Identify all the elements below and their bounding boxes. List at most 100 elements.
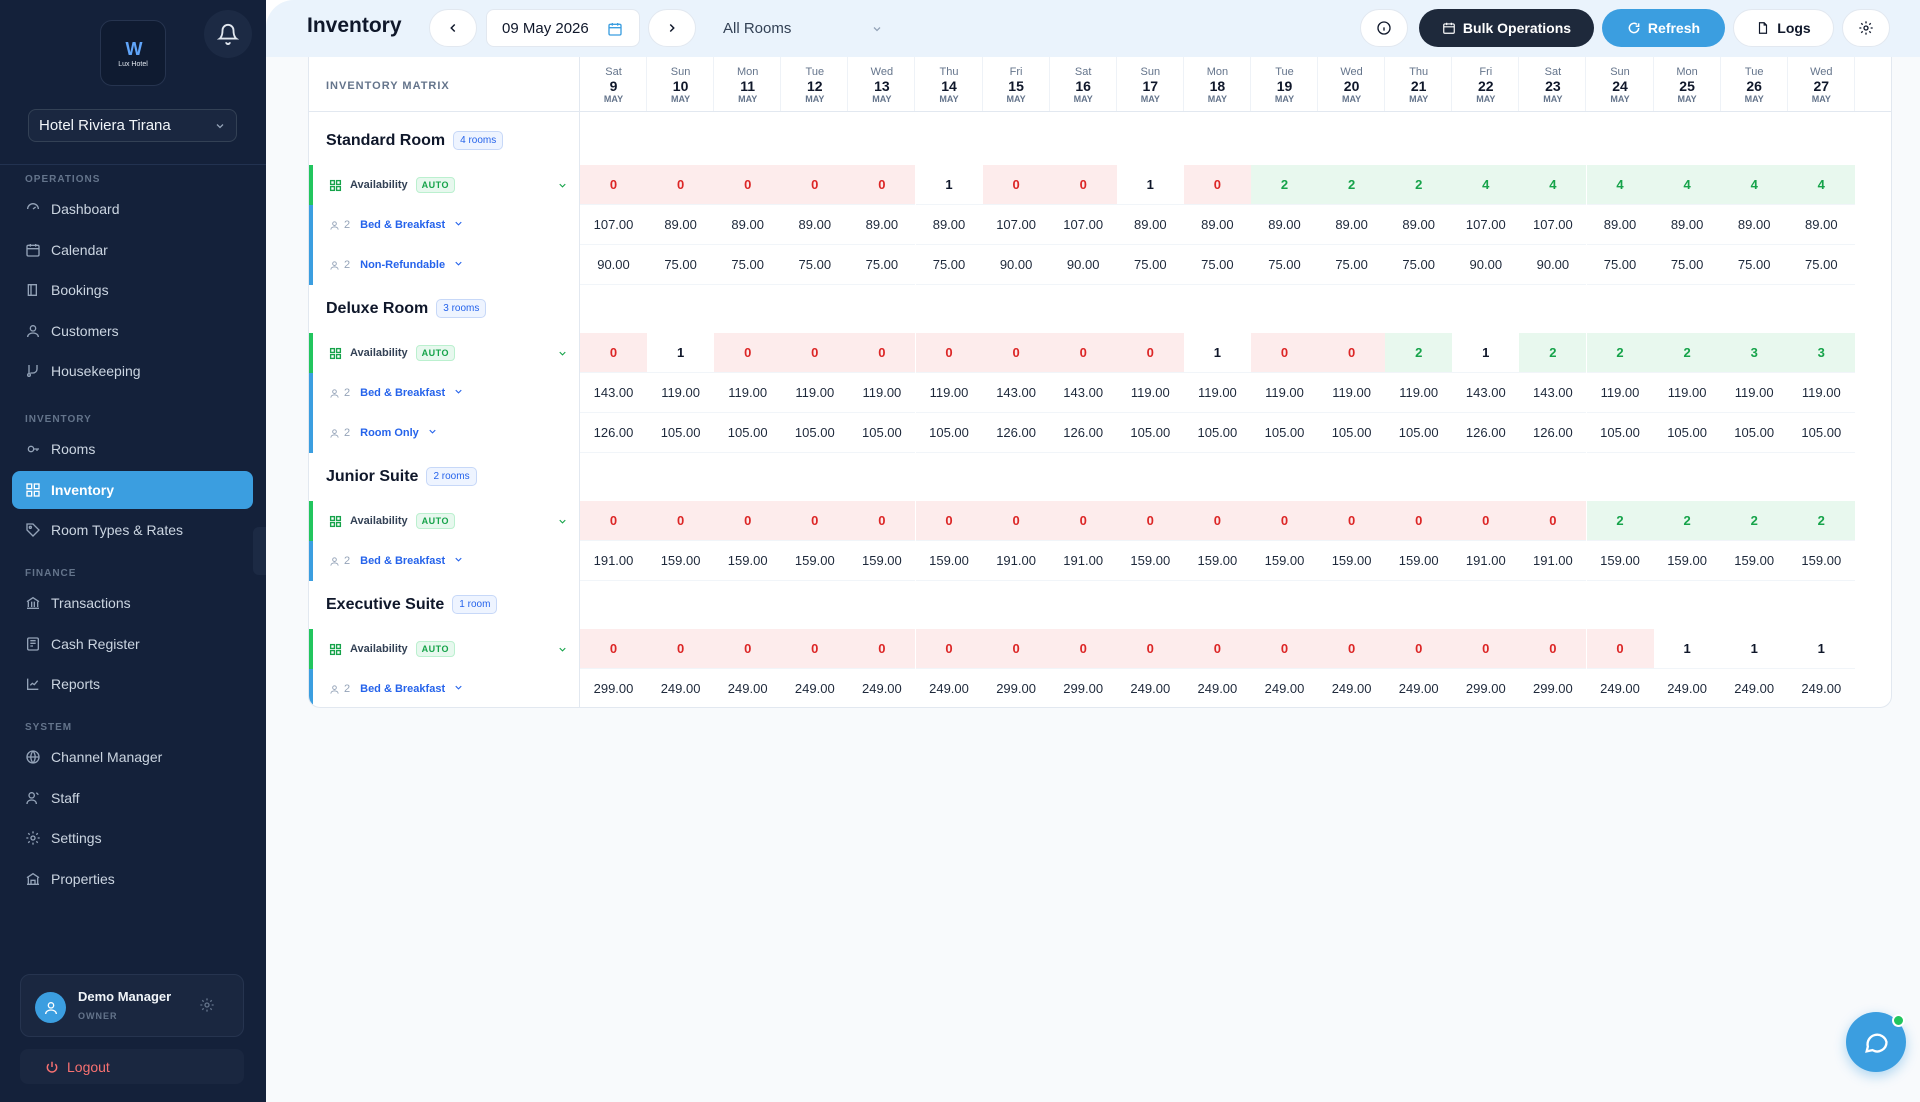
expand-toggle[interactable] [557, 516, 568, 530]
rate-cell[interactable]: 89.00 [714, 205, 782, 245]
rate-plan-toggle[interactable] [453, 386, 464, 400]
rate-cell[interactable]: 159.00 [1586, 541, 1654, 581]
rate-cell[interactable]: 75.00 [1251, 245, 1318, 285]
availability-cell[interactable]: 0 [982, 501, 1050, 541]
availability-cell[interactable]: 0 [1183, 629, 1251, 669]
rate-cell[interactable]: 159.00 [1318, 541, 1386, 581]
availability-cell[interactable]: 0 [1049, 501, 1117, 541]
availability-cell[interactable]: 0 [1116, 629, 1184, 669]
rate-cell[interactable]: 126.00 [1452, 413, 1520, 453]
availability-cell[interactable]: 3 [1720, 333, 1788, 373]
logs-button[interactable]: Logs [1733, 9, 1834, 47]
rate-cell[interactable]: 143.00 [1452, 373, 1520, 413]
availability-cell[interactable]: 4 [1720, 165, 1788, 205]
availability-cell[interactable]: 3 [1787, 333, 1855, 373]
rate-cell[interactable]: 143.00 [982, 373, 1050, 413]
rate-cell[interactable]: 191.00 [982, 541, 1050, 581]
sidebar-item-channel-manager[interactable]: Channel Manager [12, 738, 253, 776]
availability-cell[interactable]: 0 [1049, 165, 1117, 205]
prev-date-button[interactable] [429, 9, 477, 47]
rate-cell[interactable]: 299.00 [1050, 669, 1117, 707]
availability-cell[interactable]: 0 [1452, 629, 1520, 669]
availability-cell[interactable]: 0 [1183, 501, 1251, 541]
availability-cell[interactable]: 0 [915, 333, 983, 373]
rate-cell[interactable]: 75.00 [1787, 245, 1855, 285]
sidebar-item-settings[interactable]: Settings [12, 819, 253, 857]
availability-cell[interactable]: 2 [1787, 501, 1855, 541]
rate-plan-name[interactable]: Bed & Breakfast [360, 555, 445, 567]
rate-cell[interactable]: 191.00 [1452, 541, 1520, 581]
availability-cell[interactable]: 0 [1251, 629, 1318, 669]
rate-cell[interactable]: 143.00 [1049, 373, 1117, 413]
rate-cell[interactable]: 119.00 [1385, 373, 1453, 413]
sidebar-item-housekeeping[interactable]: Housekeeping [12, 352, 253, 390]
rate-cell[interactable]: 89.00 [1586, 205, 1654, 245]
rate-cell[interactable]: 126.00 [1049, 413, 1117, 453]
rate-cell[interactable]: 159.00 [1653, 541, 1721, 581]
sidebar-item-customers[interactable]: Customers [12, 312, 253, 350]
rate-cell[interactable]: 299.00 [983, 669, 1050, 707]
sidebar-item-inventory[interactable]: Inventory [12, 470, 253, 509]
rate-cell[interactable]: 75.00 [647, 245, 715, 285]
refresh-button[interactable]: Refresh [1602, 9, 1725, 47]
rate-cell[interactable]: 105.00 [915, 413, 983, 453]
rate-cell[interactable]: 75.00 [1720, 245, 1788, 285]
availability-cell[interactable]: 2 [1653, 501, 1721, 541]
availability-cell[interactable]: 0 [1116, 501, 1184, 541]
availability-cell[interactable]: 0 [647, 501, 715, 541]
rate-cell[interactable]: 75.00 [714, 245, 782, 285]
availability-cell[interactable]: 2 [1318, 165, 1386, 205]
rate-plan-name[interactable]: Bed & Breakfast [360, 387, 445, 399]
rate-cell[interactable]: 249.00 [714, 669, 781, 707]
rate-cell[interactable]: 119.00 [647, 373, 715, 413]
rate-cell[interactable]: 249.00 [1587, 669, 1654, 707]
rate-cell[interactable]: 90.00 [982, 245, 1050, 285]
rate-cell[interactable]: 119.00 [1787, 373, 1855, 413]
sidebar-item-room-types-rates[interactable]: Room Types & Rates [12, 511, 253, 549]
rate-cell[interactable]: 119.00 [1720, 373, 1788, 413]
rate-cell[interactable]: 249.00 [1654, 669, 1721, 707]
availability-cell[interactable]: 0 [1183, 165, 1251, 205]
rate-cell[interactable]: 105.00 [1318, 413, 1386, 453]
rate-plan-row-label[interactable]: 2 Bed & Breakfast [309, 541, 580, 581]
rate-cell[interactable]: 119.00 [1318, 373, 1386, 413]
rate-cell[interactable]: 105.00 [1720, 413, 1788, 453]
availability-cell[interactable]: 0 [781, 501, 849, 541]
rate-cell[interactable]: 119.00 [1116, 373, 1184, 413]
availability-cell[interactable]: 1 [1787, 629, 1855, 669]
sidebar-item-reports[interactable]: Reports [12, 665, 253, 703]
sidebar-item-staff[interactable]: Staff [12, 779, 253, 817]
rate-cell[interactable]: 249.00 [1788, 669, 1855, 707]
rate-plan-toggle[interactable] [427, 426, 438, 440]
rate-cell[interactable]: 249.00 [1251, 669, 1318, 707]
availability-row-label[interactable]: Availability AUTO [309, 629, 580, 669]
rate-cell[interactable]: 191.00 [1519, 541, 1587, 581]
availability-cell[interactable]: 0 [781, 629, 849, 669]
logout-button[interactable]: Logout [20, 1049, 244, 1084]
rate-plan-row-label[interactable]: 2 Bed & Breakfast [309, 373, 580, 413]
availability-cell[interactable]: 0 [580, 333, 647, 373]
availability-cell[interactable]: 2 [1385, 165, 1453, 205]
sidebar-item-cash-register[interactable]: Cash Register [12, 625, 253, 663]
availability-cell[interactable]: 1 [1653, 629, 1721, 669]
availability-cell[interactable]: 0 [714, 501, 782, 541]
rate-cell[interactable]: 159.00 [1116, 541, 1184, 581]
availability-cell[interactable]: 4 [1519, 165, 1587, 205]
availability-cell[interactable]: 1 [647, 333, 715, 373]
rate-cell[interactable]: 75.00 [1318, 245, 1386, 285]
rate-cell[interactable]: 249.00 [1721, 669, 1788, 707]
availability-cell[interactable]: 4 [1787, 165, 1855, 205]
rate-cell[interactable]: 249.00 [916, 669, 983, 707]
rate-cell[interactable]: 105.00 [1183, 413, 1251, 453]
availability-cell[interactable]: 0 [1318, 629, 1386, 669]
rate-cell[interactable]: 105.00 [1251, 413, 1318, 453]
sidebar-collapse-handle[interactable] [253, 527, 266, 575]
availability-cell[interactable]: 0 [781, 333, 849, 373]
availability-cell[interactable]: 0 [982, 333, 1050, 373]
rate-cell[interactable]: 249.00 [1385, 669, 1452, 707]
expand-toggle[interactable] [557, 644, 568, 658]
sidebar-item-bookings[interactable]: Bookings [12, 271, 253, 309]
rate-plan-name[interactable]: Bed & Breakfast [360, 219, 445, 231]
availability-cell[interactable]: 0 [1586, 629, 1654, 669]
rate-cell[interactable]: 105.00 [1787, 413, 1855, 453]
